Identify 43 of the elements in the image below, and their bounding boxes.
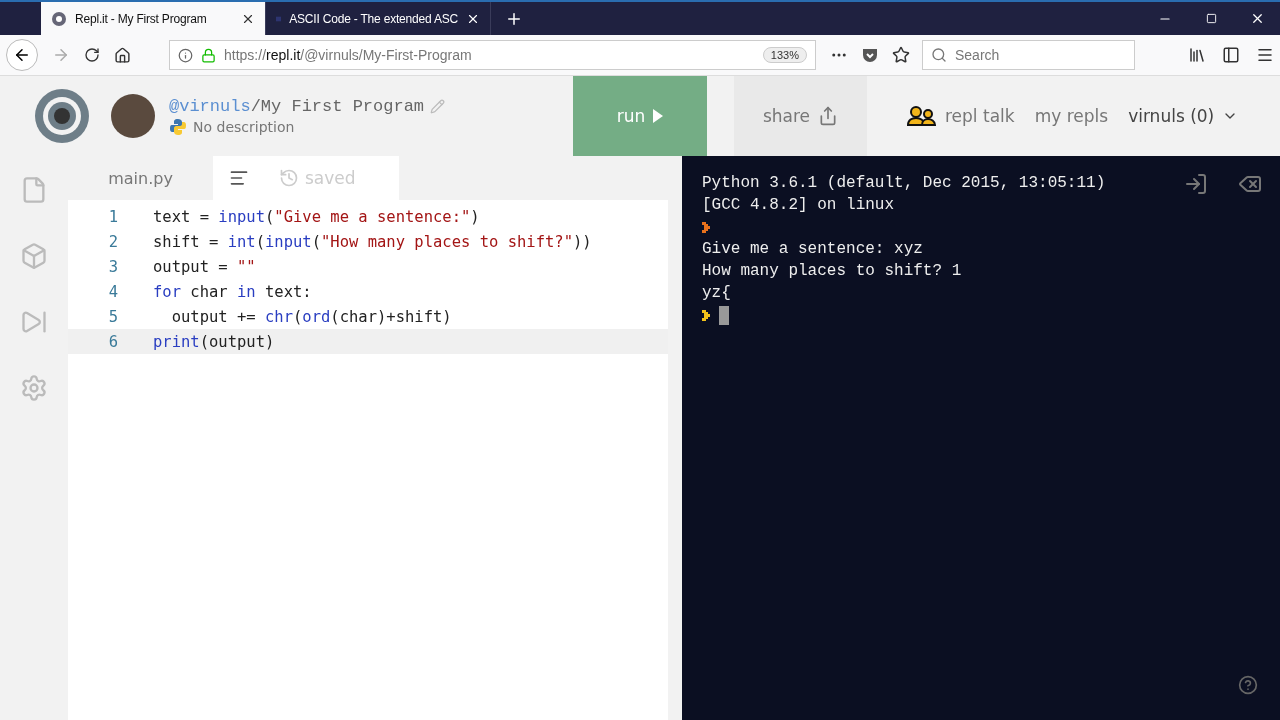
share-icon xyxy=(818,106,839,126)
code-line: 2 shift = int(input("How many places to shift?")) xyxy=(107,231,593,253)
search-input[interactable]: Search xyxy=(953,46,1117,64)
format-icon[interactable] xyxy=(229,168,249,188)
search-icon xyxy=(931,47,947,63)
python-icon xyxy=(169,117,187,136)
code-line: 4 for char in text: xyxy=(107,281,313,303)
nav-link[interactable]: my repls xyxy=(1024,76,1119,156)
description-text: No description xyxy=(193,118,295,135)
nav-link[interactable]: repl talk xyxy=(897,76,1025,156)
console-line: Give me a sentence: xyz xyxy=(702,240,923,258)
code-line: 1 text = input("Give me a sentence:") xyxy=(107,206,481,228)
code-line: 3 output = "" xyxy=(107,256,257,278)
library-icon[interactable] xyxy=(1188,46,1206,64)
people-icon xyxy=(907,106,937,126)
share-button[interactable]: share xyxy=(734,76,867,156)
star-icon[interactable] xyxy=(892,46,910,64)
console-line: Python 3.6.1 (default, Dec 2015, 13:05:11) xyxy=(702,174,1106,192)
history-icon xyxy=(279,168,299,188)
reload-icon[interactable] xyxy=(84,47,100,63)
user-menu[interactable]: virnuls (0) xyxy=(1118,76,1249,156)
zoom-badge[interactable]: 133% xyxy=(762,47,807,63)
lock-icon xyxy=(201,47,216,63)
console-line: How many places to shift? 1 xyxy=(702,262,962,280)
code-line: 5 output += chr(ord(char)+shift) xyxy=(107,306,453,328)
search-field[interactable]: Search xyxy=(922,40,1135,70)
project-title: @virnuls/My First Program xyxy=(169,96,425,116)
info-icon xyxy=(178,47,193,63)
address-bar[interactable]: https://repl.it/@virnuls/My-First-Program 133% xyxy=(169,40,816,70)
menu-icon[interactable] xyxy=(1256,46,1274,64)
spiral-logo[interactable] xyxy=(33,87,91,145)
cursor xyxy=(719,305,729,325)
sign-in-icon[interactable] xyxy=(1184,172,1208,196)
play-icon xyxy=(653,109,664,123)
browser-tab[interactable]: Repl.it - My First Program xyxy=(41,2,266,35)
console-line: [GCC 4.8.2] on linux xyxy=(702,196,895,214)
pocket-icon[interactable] xyxy=(862,47,878,63)
console-line: yz{ xyxy=(702,284,731,302)
avatar xyxy=(111,94,155,138)
home-icon[interactable] xyxy=(114,46,131,64)
sidebar-icon[interactable] xyxy=(1222,46,1240,64)
back-button[interactable] xyxy=(6,39,38,71)
url-text: https://repl.it/@virnuls/My-First-Program xyxy=(224,47,472,63)
